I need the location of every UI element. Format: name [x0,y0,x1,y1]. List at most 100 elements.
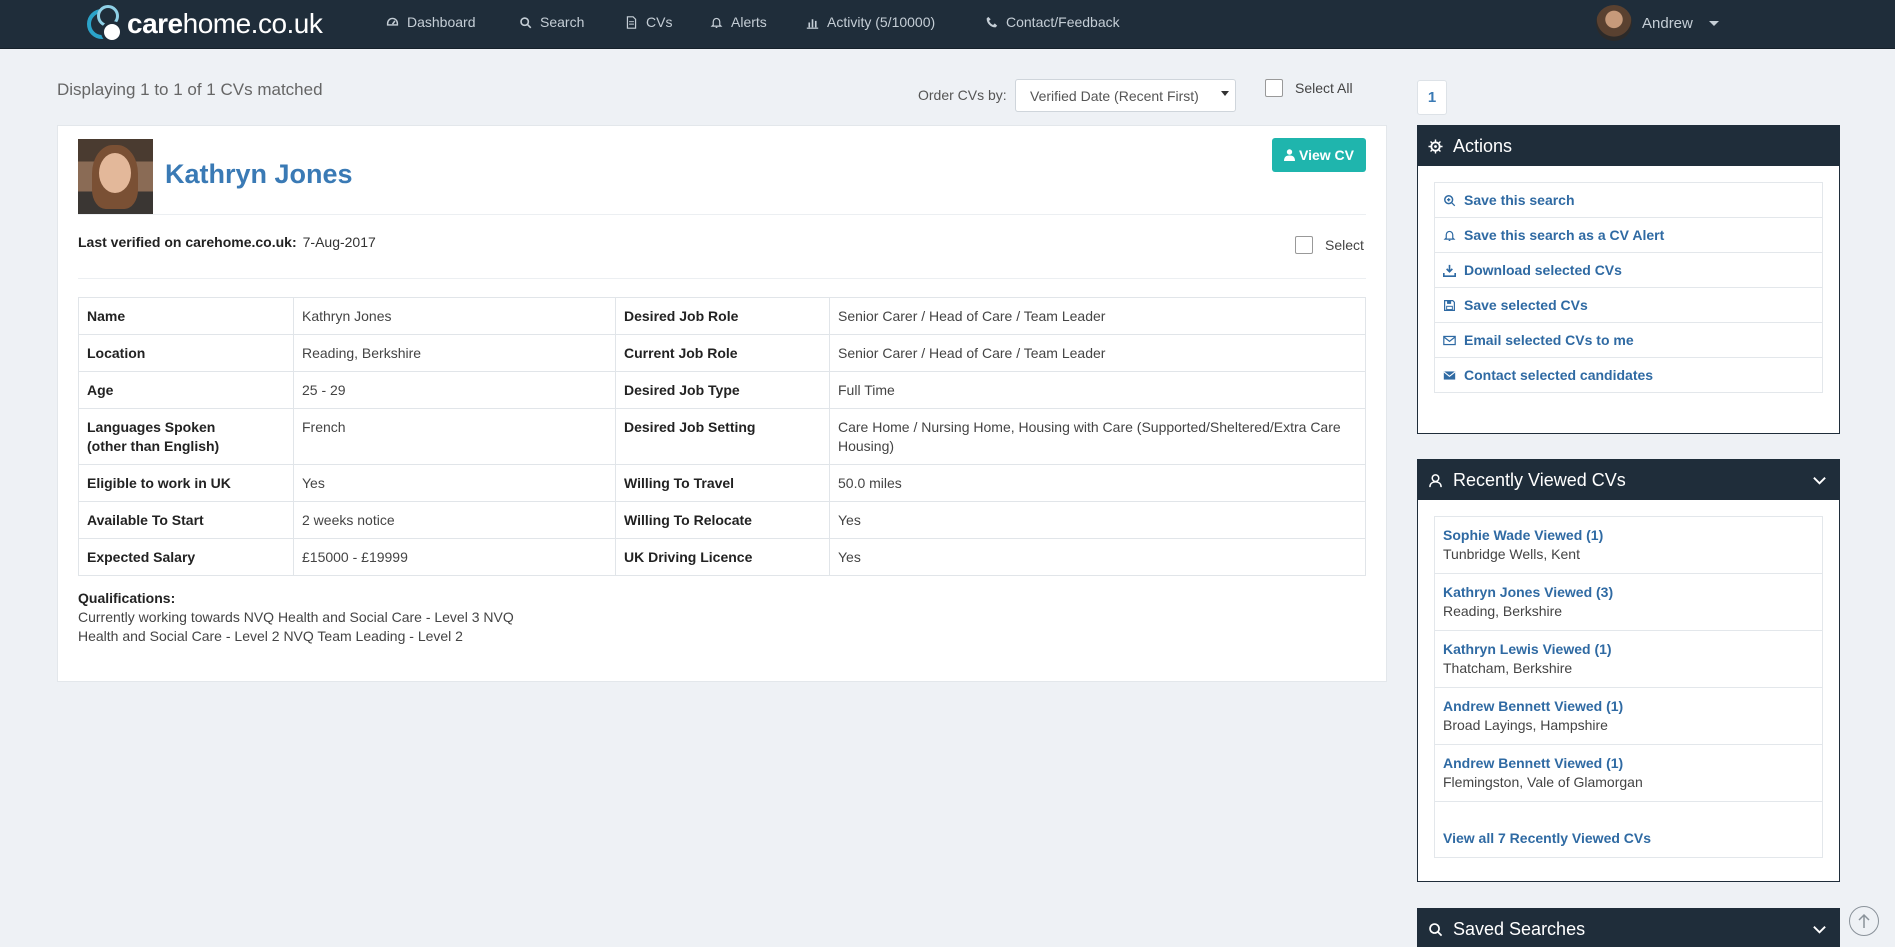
field-label: Languages Spoken (other than English) [78,408,294,465]
logo-text: carehome.co.uk [127,8,323,39]
carehome-logo[interactable]: carehome.co.uk [87,4,323,44]
nav-dashboard[interactable]: Dashboard [386,14,476,30]
table-row: Languages Spoken (other than English) Fre… [78,408,1366,465]
email-cvs-action[interactable]: Email selected CVs to me [1435,323,1822,358]
actions-list: Save this search Save this search as a C… [1434,182,1823,393]
gear-icon [1428,138,1443,154]
bell-icon [1443,230,1456,241]
user-icon [1284,149,1295,161]
nav-activity[interactable]: Activity (5/10000) [806,14,935,30]
field-value: Senior Carer / Head of Care / Team Leade… [829,334,1366,372]
field-value: Yes [829,501,1366,539]
chevron-down-icon[interactable] [1812,473,1827,488]
viewed-cv-name[interactable]: Kathryn Lewis Viewed (1) [1443,641,1612,657]
viewed-cv-name[interactable]: Sophie Wade Viewed (1) [1443,527,1603,543]
nav-cvs[interactable]: CVs [625,14,672,30]
actions-panel-header: Actions [1418,126,1839,166]
candidate-name[interactable]: Kathryn Jones [165,159,353,190]
avatar [1596,5,1632,41]
viewed-cv-name[interactable]: Andrew Bennett Viewed (1) [1443,698,1623,714]
table-row: Expected Salary £15000 - £19999 UK Driving… [78,538,1366,576]
order-by-value: Verified Date (Recent First) [1030,88,1199,104]
select-all-checkbox[interactable] [1265,79,1283,97]
scroll-to-top-button[interactable] [1849,906,1879,936]
saved-searches-header[interactable]: Saved Searches [1418,909,1839,947]
list-item[interactable]: Kathryn Lewis Viewed (1) Thatcham, Berksh… [1435,631,1822,688]
field-label: Desired Job Role [615,297,830,335]
field-value: Full Time [829,371,1366,409]
select-all-label: Select All [1295,80,1353,96]
saved-searches-title: Saved Searches [1453,918,1586,939]
bell-icon [710,17,723,28]
select-cv-control[interactable]: Select [1295,236,1364,254]
table-row: Available To Start 2 weeks notice Willing … [78,501,1366,539]
field-label: Eligible to work in UK [78,464,294,502]
user-name: Andrew [1642,14,1693,32]
cv-details-table: Name Kathryn Jones Desired Job Role Senior … [78,297,1366,576]
save-search-alert-action[interactable]: Save this search as a CV Alert [1435,218,1822,253]
nav-search[interactable]: Search [519,14,584,30]
caret-down-icon [1221,91,1229,96]
recently-viewed-list: Sophie Wade Viewed (1) Tunbridge Wells, K… [1434,516,1823,858]
field-label: UK Driving Licence [615,538,830,576]
field-value: French [293,408,616,465]
select-cv-checkbox[interactable] [1295,236,1313,254]
viewed-cv-location: Reading, Berkshire [1443,603,1563,619]
viewed-cv-name[interactable]: Andrew Bennett Viewed (1) [1443,755,1623,771]
caret-down-icon [1708,20,1719,26]
table-row: Eligible to work in UK Yes Willing To Trav… [78,464,1366,502]
viewed-cv-location: Broad Layings, Hampshire [1443,717,1608,733]
order-by-select[interactable]: Verified Date (Recent First) [1015,79,1236,112]
saved-searches-panel: Saved Searches [1417,908,1840,947]
nav-alerts[interactable]: Alerts [710,14,767,30]
cv-card: Kathryn Jones View CV Last verified on c… [57,125,1387,682]
dashboard-icon [386,17,399,26]
nav-contact[interactable]: Contact/Feedback [985,14,1120,30]
save-search-action[interactable]: Save this search [1435,183,1822,218]
view-all-recently-viewed-link[interactable]: View all 7 Recently Viewed CVs [1435,802,1822,857]
pagination-page-1[interactable]: 1 [1417,80,1447,115]
chevron-down-icon[interactable] [1812,922,1827,937]
viewed-cv-name[interactable]: Kathryn Jones Viewed (3) [1443,584,1613,600]
phone-icon [986,16,998,27]
field-label: Current Job Role [615,334,830,372]
nav-search-label: Search [540,14,585,30]
bar-chart-icon [806,18,819,29]
candidate-photo[interactable] [78,139,153,214]
field-value: Reading, Berkshire [293,334,616,372]
qualification-line: Currently working towards NVQ Health and… [78,609,514,625]
view-cv-button[interactable]: View CV [1272,138,1366,172]
last-verified: Last verified on carehome.co.uk: 7-Aug-20… [78,234,376,250]
divider [78,214,1366,215]
user-menu[interactable]: Andrew [1596,5,1719,41]
table-row: Age 25 - 29 Desired Job Type Full Time [78,371,1366,409]
recently-viewed-header[interactable]: Recently Viewed CVs [1418,460,1839,500]
logo-mark-icon [87,5,125,43]
select-all-control[interactable]: Select All [1265,79,1353,97]
list-item[interactable]: Andrew Bennett Viewed (1) Broad Layings, … [1435,688,1822,745]
last-verified-value: 7-Aug-2017 [302,234,376,250]
field-value: Kathryn Jones [293,297,616,335]
save-cvs-action[interactable]: Save selected CVs [1435,288,1822,323]
field-value: Senior Carer / Head of Care / Team Leade… [829,297,1366,335]
document-icon [626,15,637,29]
search-plus-icon [1444,194,1456,206]
results-summary: Displaying 1 to 1 of 1 CVs matched [57,80,323,99]
download-cvs-action[interactable]: Download selected CVs [1435,253,1822,288]
table-row: Name Kathryn Jones Desired Job Role Senior … [78,297,1366,335]
envelope-icon [1443,370,1456,380]
list-item[interactable]: Andrew Bennett Viewed (1) Flemingston, Va… [1435,745,1822,802]
list-item[interactable]: Kathryn Jones Viewed (3) Reading, Berkshi… [1435,574,1822,631]
nav-dashboard-label: Dashboard [407,14,476,30]
actions-title: Actions [1453,135,1513,156]
actions-panel: Actions Save this search Save this searc… [1417,125,1840,434]
field-value: Yes [829,538,1366,576]
contact-candidates-action[interactable]: Contact selected candidates [1435,358,1822,392]
list-item[interactable]: Sophie Wade Viewed (1) Tunbridge Wells, K… [1435,517,1822,574]
viewed-cv-location: Thatcham, Berkshire [1443,660,1573,676]
select-cv-label: Select [1325,237,1364,253]
nav-activity-label: Activity (5/10000) [827,14,936,30]
field-label: Available To Start [78,501,294,539]
recently-viewed-title: Recently Viewed CVs [1453,469,1626,490]
nav-contact-label: Contact/Feedback [1006,14,1120,30]
